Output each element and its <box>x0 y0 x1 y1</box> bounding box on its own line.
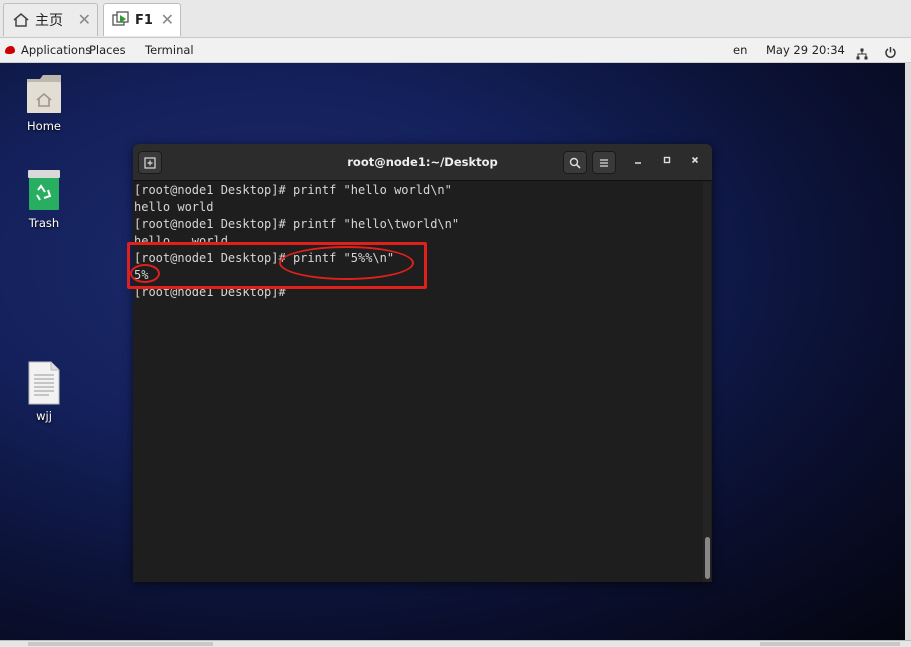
trash-icon <box>28 170 60 210</box>
tab-f1-label: F1 <box>135 12 153 28</box>
terminal-line: [root@node1 Desktop]# printf "hello\twor… <box>134 217 460 231</box>
desktop-icon-home[interactable]: Home <box>9 73 79 133</box>
terminal-scrollbar[interactable] <box>703 182 711 582</box>
terminal-line: [root@node1 Desktop]# printf "hello worl… <box>134 183 452 197</box>
maximize-icon <box>663 156 671 164</box>
text-file-icon <box>28 361 60 405</box>
new-tab-button[interactable] <box>138 151 162 174</box>
host-tab-bar: 主页 ✕ F1 ✕ <box>0 0 911 38</box>
vm-icon <box>112 11 130 29</box>
desktop-icon-trash[interactable]: Trash <box>9 168 79 230</box>
terminal-window[interactable]: root@node1:~/Desktop [root@node1 Desktop… <box>133 144 712 582</box>
home-icon <box>12 11 30 29</box>
desktop-icon-label: Trash <box>28 216 60 230</box>
bottom-status-strip <box>0 640 911 647</box>
folder-home-icon <box>27 75 61 113</box>
tab-f1[interactable]: F1 ✕ <box>103 3 181 36</box>
close-icon[interactable]: ✕ <box>78 11 91 29</box>
annotation-ellipse-output <box>130 264 160 283</box>
close-window-button[interactable] <box>688 155 702 169</box>
minimize-button[interactable] <box>631 155 645 169</box>
desktop-icon-wjj[interactable]: wjj <box>9 361 79 423</box>
redhat-logo-icon <box>5 46 15 54</box>
hamburger-menu-icon <box>600 158 608 167</box>
search-icon <box>569 157 581 169</box>
power-icon[interactable] <box>884 43 897 58</box>
minimize-icon <box>635 162 641 164</box>
desktop-icon-label: wjj <box>36 409 52 423</box>
new-tab-icon <box>144 156 156 169</box>
annotation-ellipse-command <box>279 246 414 280</box>
right-edge-strip <box>905 63 911 640</box>
network-icon[interactable] <box>856 44 868 60</box>
terminal-title: root@node1:~/Desktop <box>347 155 498 169</box>
menu-button[interactable] <box>592 151 616 174</box>
language-indicator[interactable]: en <box>733 38 747 63</box>
close-icon <box>691 156 699 164</box>
close-icon[interactable]: ✕ <box>161 11 174 29</box>
terminal-header-bar[interactable]: root@node1:~/Desktop <box>133 144 712 181</box>
top-panel: Applications Places Terminal en May 29 2… <box>0 38 911 63</box>
search-button[interactable] <box>563 151 587 174</box>
tab-home[interactable]: 主页 ✕ <box>3 3 98 36</box>
maximize-button[interactable] <box>660 155 674 169</box>
terminal-line: hello world <box>134 200 214 214</box>
clock[interactable]: May 29 20:34 <box>766 38 845 63</box>
bottom-scroll-segment <box>760 642 900 646</box>
terminal-app-menu[interactable]: Terminal <box>145 38 194 63</box>
desktop-icon-label: Home <box>27 119 61 133</box>
bottom-scroll-segment <box>28 642 213 646</box>
scrollbar-thumb[interactable] <box>705 537 710 579</box>
tab-home-label: 主页 <box>35 13 63 29</box>
applications-menu[interactable]: Applications <box>21 38 91 63</box>
places-menu[interactable]: Places <box>89 38 126 63</box>
